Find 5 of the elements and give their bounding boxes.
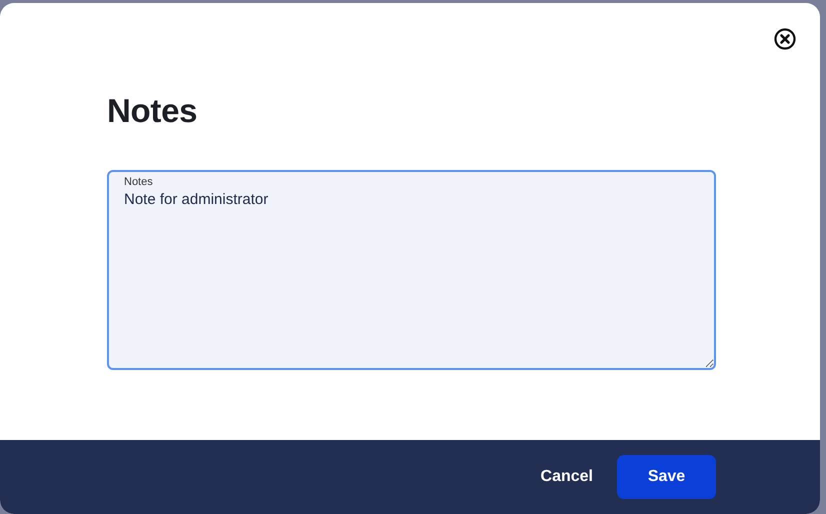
dialog-title: Notes	[107, 91, 198, 131]
save-button[interactable]: Save	[617, 455, 716, 499]
cancel-button[interactable]: Cancel	[540, 468, 593, 486]
field-label: Notes	[124, 176, 153, 188]
close-icon[interactable]	[774, 28, 796, 50]
